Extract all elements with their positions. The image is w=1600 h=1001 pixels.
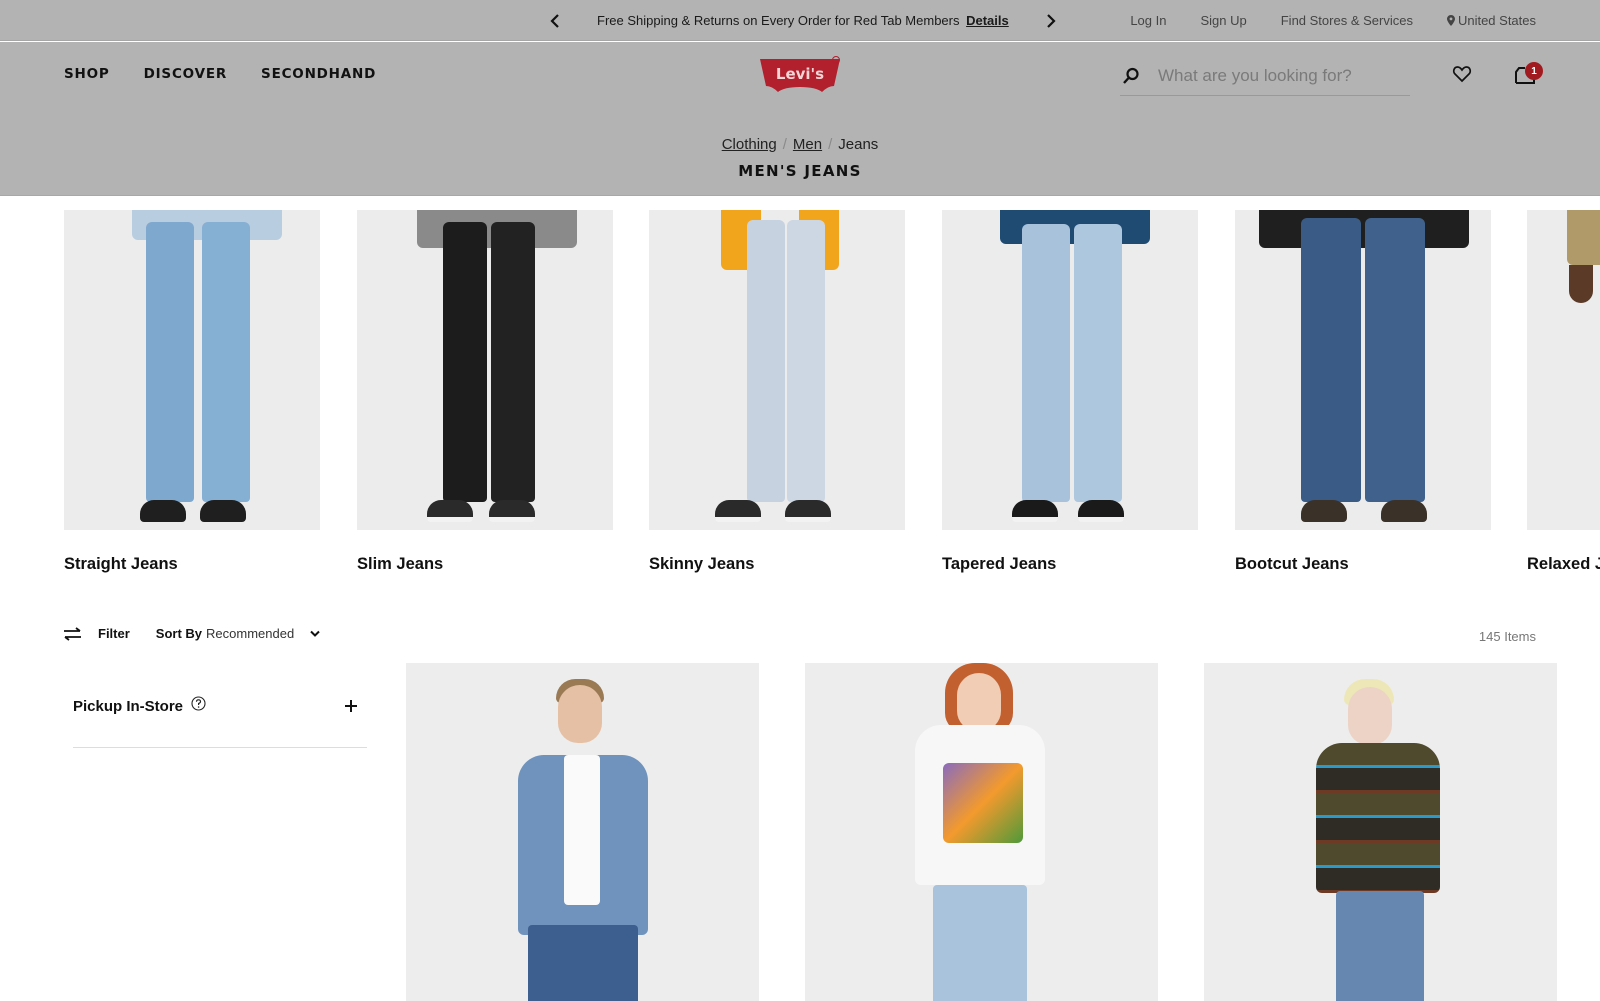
product-top (1316, 743, 1440, 893)
filter-icon[interactable] (64, 626, 81, 641)
chevron-left-icon[interactable] (548, 13, 562, 28)
category-tapered-jeans[interactable]: Tapered Jeans (942, 210, 1198, 574)
category-image (649, 210, 905, 530)
category-image (64, 210, 320, 530)
category-skinny-jeans[interactable]: Skinny Jeans (649, 210, 905, 574)
site-header: SHOP DISCOVER SECONDHAND Levi's 1 Clothi… (0, 42, 1600, 196)
category-bootcut-jeans[interactable]: Bootcut Jeans (1235, 210, 1491, 574)
breadcrumb-separator: / (828, 136, 833, 153)
nav-discover[interactable]: DISCOVER (144, 66, 227, 82)
category-image (357, 210, 613, 530)
breadcrumb-separator: / (782, 136, 787, 153)
pickup-filter-title: Pickup In-Store (73, 696, 206, 715)
category-label: Skinny Jeans (649, 555, 755, 573)
product-card[interactable] (1204, 663, 1557, 1001)
expand-plus-icon[interactable] (345, 700, 357, 712)
category-carousel: Straight Jeans Slim Jeans Skinny Jeans T… (64, 210, 1600, 580)
wishlist-heart-icon[interactable] (1452, 64, 1472, 84)
signup-link[interactable]: Sign Up (1200, 13, 1246, 28)
promo-banner: Free Shipping & Returns on Every Order f… (548, 0, 1058, 41)
category-label: Relaxed Jeans (1527, 555, 1600, 573)
category-image (1235, 210, 1491, 530)
sort-dropdown[interactable]: Sort By Recommended (156, 626, 320, 641)
breadcrumb-clothing[interactable]: Clothing (722, 136, 777, 153)
product-card[interactable] (406, 663, 759, 1001)
country-label: United States (1457, 13, 1536, 28)
logo-wordmark: Levi's (776, 65, 824, 83)
help-circle-icon[interactable] (191, 696, 206, 711)
breadcrumb: Clothing / Men / Jeans (0, 136, 1600, 153)
category-label: Slim Jeans (357, 555, 444, 573)
location-pin-icon (1446, 15, 1455, 26)
tee-graphic (943, 763, 1023, 843)
item-count: 145 Items (1478, 629, 1536, 644)
category-image (942, 210, 1198, 530)
product-bottom (528, 925, 638, 1001)
pickup-filter-label: Pickup In-Store (73, 698, 184, 715)
chevron-down-icon (310, 630, 320, 637)
country-selector[interactable]: United States (1446, 13, 1536, 28)
nav-secondhand[interactable]: SECONDHAND (261, 66, 376, 82)
chevron-right-icon[interactable] (1044, 13, 1058, 28)
login-link[interactable]: Log In (1130, 13, 1166, 28)
search-icon[interactable] (1122, 67, 1140, 85)
cart-count-badge: 1 (1525, 62, 1543, 80)
search-bar (1120, 56, 1410, 96)
find-stores-link[interactable]: Find Stores & Services (1281, 13, 1413, 28)
promo-text: Free Shipping & Returns on Every Order f… (597, 13, 1009, 28)
utility-links: Log In Sign Up Find Stores & Services Un… (1096, 0, 1536, 41)
utility-bar: Free Shipping & Returns on Every Order f… (0, 0, 1600, 41)
listing-toolbar: Filter Sort By Recommended (64, 626, 320, 641)
product-bottom (933, 885, 1027, 1001)
levis-logo[interactable]: Levi's (758, 56, 842, 94)
product-card[interactable] (805, 663, 1158, 1001)
breadcrumb-current: Jeans (838, 136, 879, 153)
main-nav: SHOP DISCOVER SECONDHAND (64, 66, 376, 82)
search-input[interactable] (1158, 65, 1398, 86)
page-title: MEN'S JEANS (738, 162, 862, 180)
category-relaxed-jeans[interactable]: Relaxed Jeans (1527, 210, 1600, 574)
sort-value: Recommended (206, 626, 295, 641)
category-label: Bootcut Jeans (1235, 555, 1349, 573)
breadcrumb-men[interactable]: Men (793, 136, 822, 153)
promo-details-link[interactable]: Details (966, 13, 1009, 28)
product-bottom (1336, 891, 1424, 1001)
filter-button[interactable]: Filter (98, 626, 130, 641)
category-straight-jeans[interactable]: Straight Jeans (64, 210, 320, 574)
category-slim-jeans[interactable]: Slim Jeans (357, 210, 613, 574)
category-label: Straight Jeans (64, 555, 178, 573)
pickup-in-store-filter[interactable]: Pickup In-Store (73, 678, 367, 748)
category-label: Tapered Jeans (942, 555, 1057, 573)
nav-shop[interactable]: SHOP (64, 66, 110, 82)
sort-label: Sort By (155, 626, 203, 641)
promo-message: Free Shipping & Returns on Every Order f… (597, 13, 960, 28)
category-image (1527, 210, 1600, 530)
